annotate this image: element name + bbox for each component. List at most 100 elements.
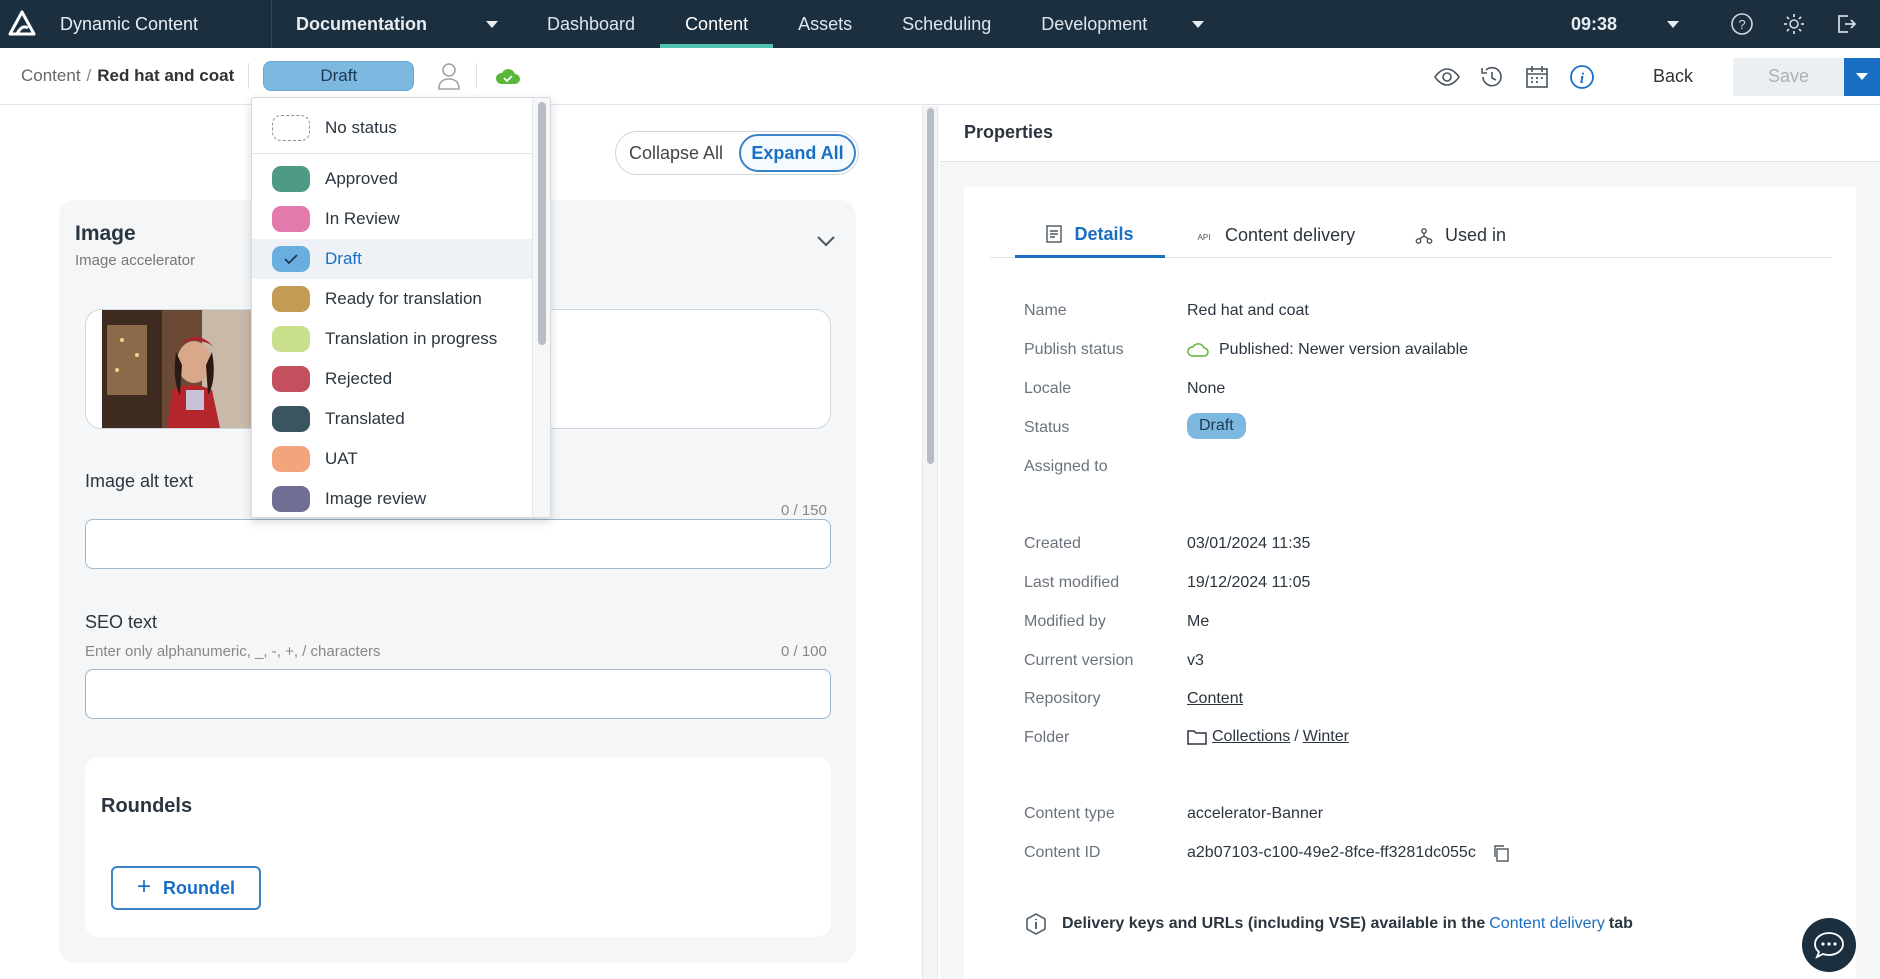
nav-content[interactable]: Content [660,0,774,48]
delivery-info: Delivery keys and URLs (including VSE) a… [1024,912,1633,936]
alt-text-label: Image alt text [85,471,194,491]
expand-all-button[interactable]: Expand All [739,134,856,172]
roundels-title: Roundels [101,795,193,817]
preview-eye-icon[interactable] [1433,63,1461,91]
status-value: Draft [1187,413,1246,439]
folder-value: Collections / Winter [1187,728,1349,746]
repository-value: Content [1187,690,1243,708]
chevron-down-icon [486,20,498,28]
content-id-value: a2b07103-c100-49e2-8fce-ff3281dc055c [1187,844,1510,862]
divider [248,63,250,89]
status-option-approved[interactable]: Approved [252,159,533,199]
nav-development[interactable]: Development [1016,0,1229,48]
dropdown-scrollbar[interactable] [532,98,550,517]
back-button[interactable]: Back [1653,66,1693,87]
status-option-draft[interactable]: Draft [252,239,533,279]
nav-scheduling[interactable]: Scheduling [877,0,1016,48]
assigned-to-label: Assigned to [1024,458,1108,475]
api-icon: API [1198,233,1211,242]
status-option-label: Approved [325,169,398,188]
chat-button[interactable] [1802,918,1856,972]
status-option-uat[interactable]: UAT [252,439,533,479]
chat-icon [1814,932,1844,959]
time-dropdown-icon[interactable] [1667,20,1679,28]
status-option-no-status[interactable]: No status [252,108,533,148]
folder-icon [1187,730,1207,745]
status-option-image-review[interactable]: Image review [252,479,533,517]
breadcrumb: Content / Red hat and coat [21,66,234,86]
status-option-in-review[interactable]: In Review [252,199,533,239]
breadcrumb-root[interactable]: Content [21,66,81,86]
logout-icon[interactable] [1834,12,1858,36]
details-icon [1046,225,1063,243]
current-version-label: Current version [1024,652,1134,669]
scrollbar-thumb[interactable] [927,108,934,464]
chevron-down-icon[interactable] [815,233,837,249]
current-version-value: v3 [1187,652,1204,669]
properties-tabs: Details API Content delivery Used in [990,213,1832,258]
status-option-ready-for-translation[interactable]: Ready for translation [252,279,533,319]
section-subtitle: Image accelerator [75,252,196,269]
editor-scrollbar[interactable] [922,106,938,979]
status-swatch [272,326,310,352]
locale-value: None [1187,380,1226,397]
folder-separator: / [1294,728,1299,745]
help-icon[interactable]: ? [1730,12,1754,36]
content-type-label: Content type [1024,805,1115,822]
content-type-value: accelerator-Banner [1187,805,1324,822]
folder-link-winter[interactable]: Winter [1303,728,1349,746]
main-nav: Dashboard Content Assets Scheduling Deve… [522,0,1229,48]
publish-status-value: Published: Newer version available [1187,341,1468,359]
last-modified-value: 19/12/2024 11:05 [1187,574,1311,591]
alt-text-input[interactable] [85,519,831,569]
brand[interactable]: Dynamic Content [0,0,272,48]
name-label: Name [1024,302,1067,319]
copy-icon[interactable] [1492,844,1510,862]
hierarchy-icon [1415,227,1433,244]
scrollbar-thumb[interactable] [538,102,546,345]
tab-used-in[interactable]: Used in [1415,213,1506,258]
locale-label: Locale [1024,380,1072,397]
status-option-label: Ready for translation [325,289,482,308]
modified-by-label: Modified by [1024,613,1106,630]
status-option-translation-in-progress[interactable]: Translation in progress [252,319,533,359]
section-title: Image [75,222,136,245]
info-icon[interactable]: i [1568,63,1596,91]
status-option-rejected[interactable]: Rejected [252,359,533,399]
content-id-text: a2b07103-c100-49e2-8fce-ff3281dc055c [1187,844,1476,861]
status-option-label: No status [325,118,397,137]
modified-by-value: Me [1187,613,1210,630]
status-swatch [272,286,310,312]
tab-details[interactable]: Details [1015,213,1165,258]
calendar-icon[interactable] [1523,63,1551,91]
status-option-translated[interactable]: Translated [252,399,533,439]
assign-user-icon[interactable] [436,61,462,91]
status-option-label: In Review [325,209,400,228]
seo-text-input[interactable] [85,669,831,719]
app-name: Dynamic Content [60,13,199,34]
seo-text-label: SEO text [85,612,158,632]
collapse-all-button[interactable]: Collapse All [616,143,736,164]
repository-label: Repository [1024,690,1101,707]
add-roundel-button[interactable]: + Roundel [111,866,261,910]
repository-link[interactable]: Content [1187,690,1243,708]
folder-link-collections[interactable]: Collections [1212,728,1290,746]
tab-details-label: Details [1074,223,1134,244]
name-value: Red hat and coat [1187,302,1309,319]
published-cloud-icon[interactable] [495,66,521,86]
image-thumbnail[interactable] [102,310,252,428]
history-icon[interactable] [1478,63,1506,91]
save-options-button[interactable] [1844,57,1880,96]
settings-gear-icon[interactable] [1782,12,1806,36]
status-selector[interactable]: Draft [263,61,415,91]
status-option-label: Translation in progress [325,329,498,348]
collapse-expand-group: Collapse All Expand All [615,131,859,175]
save-button[interactable]: Save [1733,57,1844,96]
content-id-label: Content ID [1024,844,1101,861]
nav-assets[interactable]: Assets [773,0,877,48]
hub-selector[interactable]: Documentation [272,0,522,48]
tab-content-delivery[interactable]: API Content delivery [1195,213,1356,258]
created-label: Created [1024,535,1081,552]
content-delivery-link[interactable]: Content delivery [1489,915,1605,933]
nav-dashboard[interactable]: Dashboard [522,0,660,48]
